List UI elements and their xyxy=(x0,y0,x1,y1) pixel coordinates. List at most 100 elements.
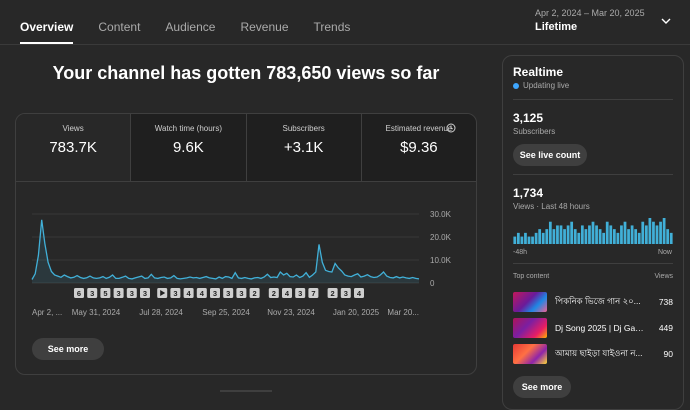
x-tick-label: Sep 25, 2024 xyxy=(202,308,250,317)
realtime-bar xyxy=(634,229,638,244)
realtime-bar xyxy=(538,229,542,244)
divider xyxy=(513,174,673,175)
top-content-views-label: Views xyxy=(654,273,673,280)
tabs-divider xyxy=(0,44,690,45)
metric-value: $9.36 xyxy=(400,139,438,156)
video-title: Dj Song 2025 | Dj Gan ... xyxy=(555,323,645,333)
y-tick-label: 0 xyxy=(430,279,435,288)
realtime-axis-start: -48h xyxy=(513,249,528,256)
x-tick-label: Jan 20, 2025 xyxy=(333,308,380,317)
realtime-views-label: Views · Last 48 hours xyxy=(513,202,590,211)
realtime-subscribers-value: 3,125 xyxy=(513,111,544,125)
video-thumbnail xyxy=(513,292,547,312)
tab-audience[interactable]: Audience xyxy=(165,0,215,44)
x-tick-label: Mar 20... xyxy=(387,308,419,317)
realtime-bar xyxy=(588,225,591,244)
realtime-bar xyxy=(552,229,556,244)
realtime-bar xyxy=(531,236,534,244)
realtime-bar xyxy=(616,232,620,244)
metric-subscribers[interactable]: Subscribers +3.1K xyxy=(246,114,362,181)
metric-label: Subscribers xyxy=(282,124,325,133)
annotation-marker-label: 3 xyxy=(213,289,217,298)
overview-card: Views 783.7K Watch time (hours) 9.6K Sub… xyxy=(15,113,477,375)
date-range-selector[interactable]: Apr 2, 2024 – Mar 20, 2025 Lifetime xyxy=(535,8,685,33)
realtime-bar xyxy=(637,232,641,244)
realtime-bar xyxy=(669,232,673,244)
realtime-bar xyxy=(563,229,566,244)
annotation-marker-label: 3 xyxy=(344,289,348,298)
annotation-marker-label: 3 xyxy=(117,289,121,298)
see-more-button[interactable]: See more xyxy=(32,338,104,360)
realtime-see-more-button[interactable]: See more xyxy=(513,376,571,398)
divider xyxy=(513,263,673,264)
metric-value: +3.1K xyxy=(283,139,324,156)
series-area xyxy=(32,219,419,283)
realtime-bar xyxy=(573,229,577,244)
metric-watch-time[interactable]: Watch time (hours) 9.6K xyxy=(131,114,247,181)
annotation-marker-label: 3 xyxy=(226,289,230,298)
realtime-bar xyxy=(577,232,581,244)
x-tick-label: Jul 28, 2024 xyxy=(139,308,183,317)
annotation-marker-label: 3 xyxy=(143,289,147,298)
realtime-bar xyxy=(591,221,595,244)
metric-label: Estimated revenue xyxy=(385,124,453,133)
metric-views[interactable]: Views 783.7K xyxy=(16,114,132,181)
realtime-bar xyxy=(644,225,648,244)
realtime-bar xyxy=(541,232,545,244)
realtime-bar xyxy=(648,218,652,244)
realtime-bar xyxy=(559,225,563,244)
status-dot-icon xyxy=(513,82,519,89)
top-content-label: Top content xyxy=(513,273,550,280)
tab-revenue[interactable]: Revenue xyxy=(240,0,288,44)
video-thumbnail xyxy=(513,344,547,364)
clock-icon xyxy=(446,123,456,133)
annotation-marker-label: 3 xyxy=(173,289,177,298)
realtime-bar xyxy=(566,225,570,244)
realtime-bar xyxy=(513,236,517,244)
y-tick-label: 10.0K xyxy=(430,256,452,265)
annotation-marker-label: 5 xyxy=(103,289,107,298)
realtime-bar xyxy=(662,218,666,244)
tab-trends[interactable]: Trends xyxy=(314,0,351,44)
realtime-title: Realtime xyxy=(513,65,564,79)
video-thumbnail xyxy=(513,318,547,338)
tab-overview[interactable]: Overview xyxy=(20,0,74,44)
realtime-bar xyxy=(627,229,630,244)
metric-label: Watch time (hours) xyxy=(154,124,223,133)
realtime-bar xyxy=(666,229,670,244)
video-views: 449 xyxy=(658,323,673,333)
annotation-marker-label: 2 xyxy=(331,289,335,298)
realtime-subscribers-label: Subscribers xyxy=(513,127,556,136)
x-tick-label: Apr 2, ... xyxy=(32,308,62,317)
realtime-bar xyxy=(630,225,634,244)
realtime-bar xyxy=(612,229,616,244)
realtime-bar xyxy=(570,221,574,244)
top-content-item[interactable]: পিকনিক ভিজে গান ২০... 738 xyxy=(513,292,673,312)
top-content-item[interactable]: Dj Song 2025 | Dj Gan ... 449 xyxy=(513,318,673,338)
x-tick-label: Nov 23, 2024 xyxy=(267,308,315,317)
realtime-bar-chart xyxy=(513,218,673,244)
top-content-item[interactable]: আমায় ছাইড়া যাইওনা ন... 90 xyxy=(513,344,673,364)
tab-content[interactable]: Content xyxy=(98,0,140,44)
realtime-bar xyxy=(527,236,531,244)
annotation-marker-label: 3 xyxy=(298,289,302,298)
realtime-axis-end: Now xyxy=(657,249,672,256)
y-tick-label: 20.0K xyxy=(430,233,452,242)
chevron-down-icon xyxy=(661,18,671,24)
realtime-bar xyxy=(655,225,659,244)
realtime-bar xyxy=(545,229,549,244)
annotation-marker-label: 6 xyxy=(77,289,81,298)
metric-estimated-revenue[interactable]: Estimated revenue $9.36 xyxy=(361,114,476,181)
metric-value: 783.7K xyxy=(49,139,97,156)
metric-label: Views xyxy=(62,124,84,133)
series-line xyxy=(31,219,420,280)
realtime-bar xyxy=(580,225,584,244)
realtime-bar xyxy=(659,221,662,244)
see-live-count-button[interactable]: See live count xyxy=(513,144,587,166)
realtime-bar xyxy=(620,225,623,244)
realtime-status: Updating live xyxy=(513,81,569,90)
realtime-bar xyxy=(524,232,527,244)
scroll-indicator xyxy=(220,390,272,392)
annotation-marker-label: 3 xyxy=(239,289,243,298)
tab-bar: Overview Content Audience Revenue Trends xyxy=(20,0,350,44)
